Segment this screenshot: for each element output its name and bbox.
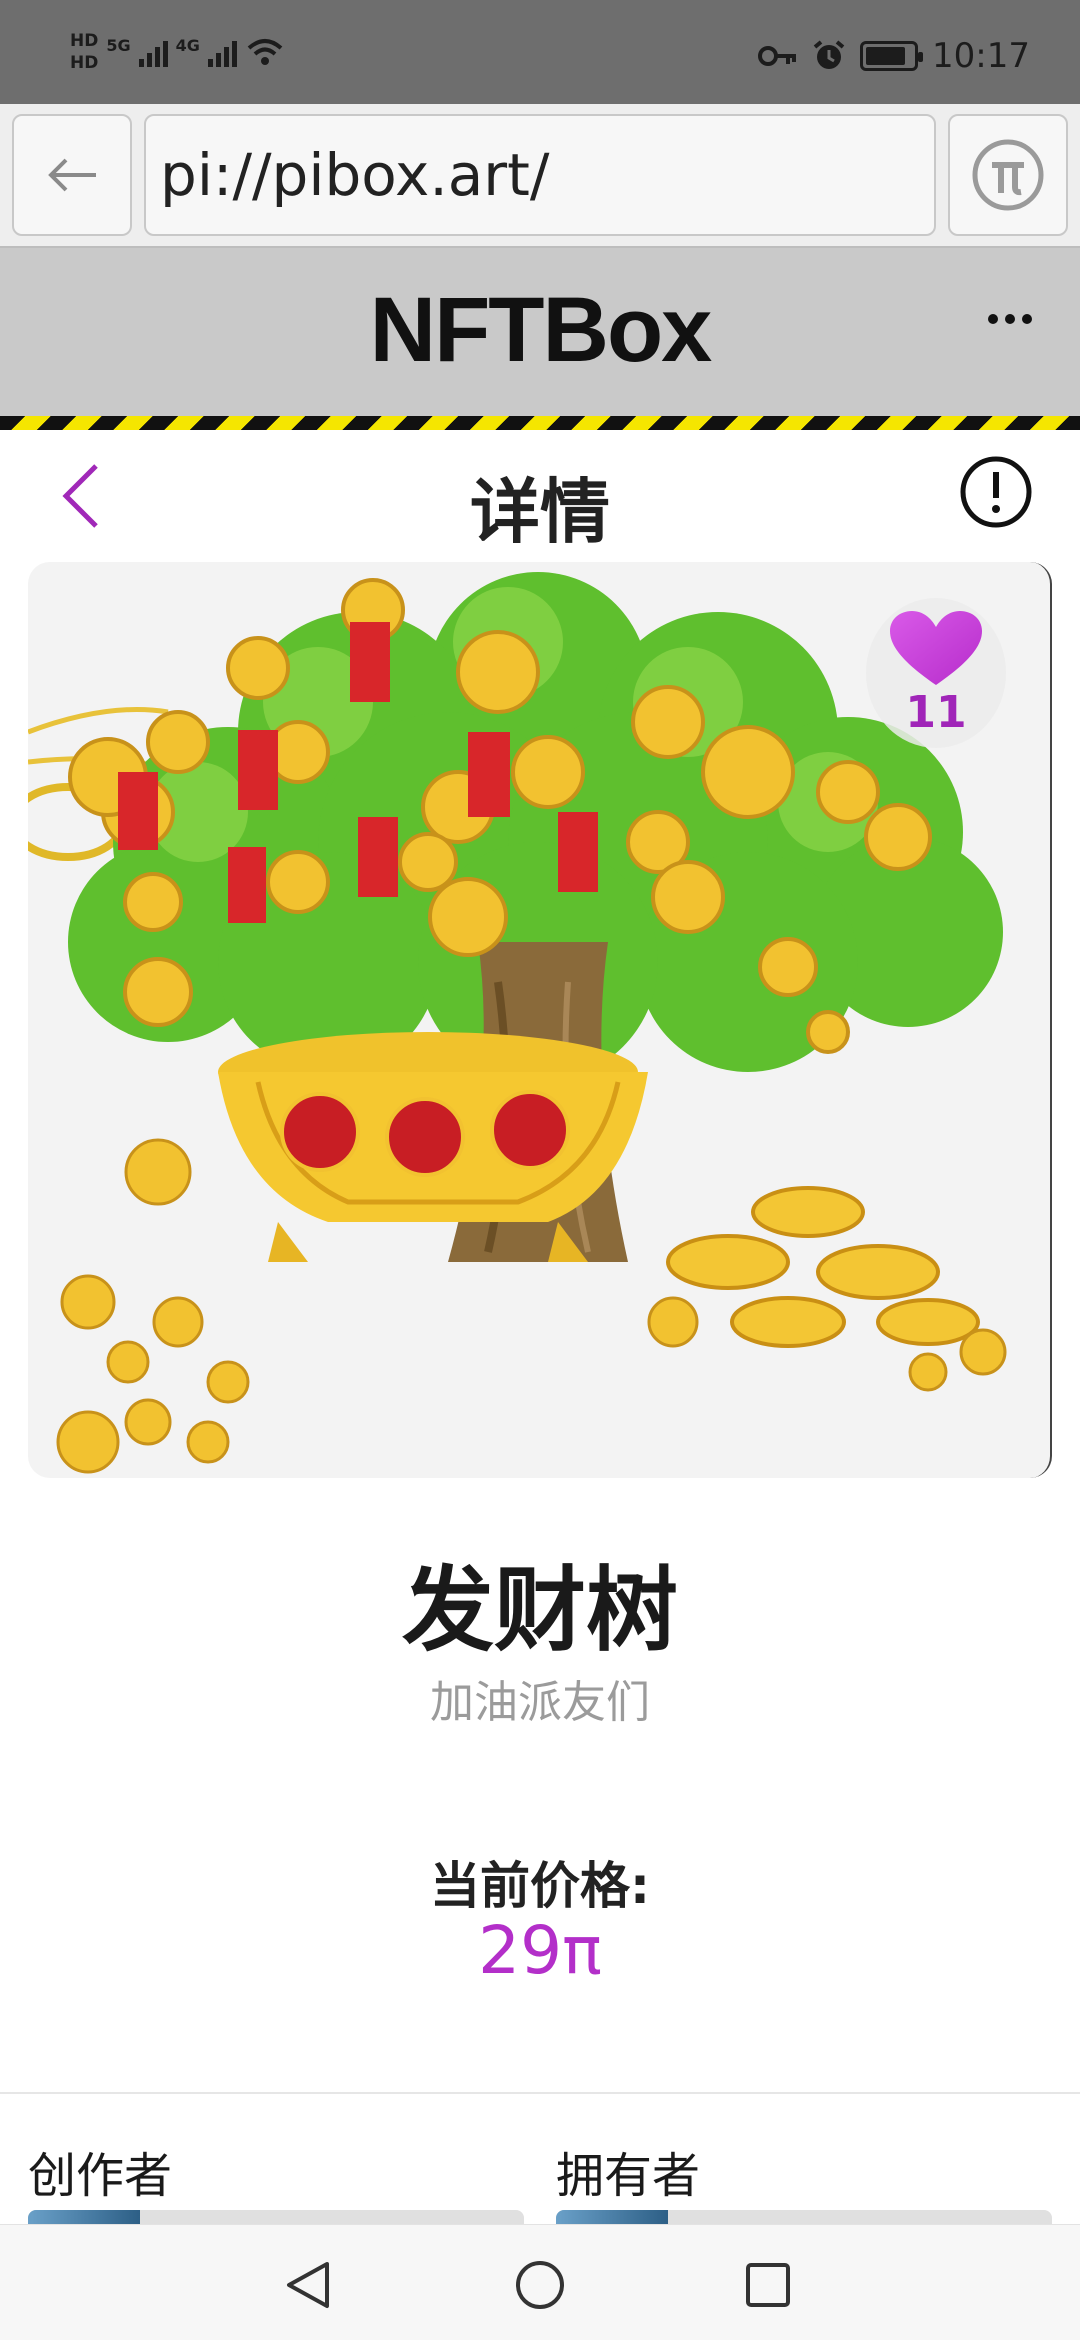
alarm-icon <box>813 40 845 69</box>
status-bar: HD HD 5G 4G 10:17 <box>0 0 1080 104</box>
price-value: 29π <box>478 1912 602 1989</box>
nav-recents-button[interactable] <box>738 2255 798 2315</box>
clock: 10:17 <box>932 36 1030 76</box>
signal-icon-2 <box>207 37 237 67</box>
hd-indicators: HD HD <box>70 30 98 74</box>
like-count: 11 <box>905 686 967 738</box>
pi-coin-icon <box>972 139 1044 211</box>
browser-url-bar: pi://pibox.art/ <box>0 104 1080 248</box>
nft-subtitle: 加油派友们 <box>430 1677 650 1728</box>
like-button[interactable]: 11 <box>866 598 1006 748</box>
hd-indicator-2: HD <box>70 53 99 73</box>
heart-icon <box>890 610 982 685</box>
signal-icon-1 <box>138 37 168 67</box>
network-5g-label: 5G <box>106 36 131 55</box>
status-right: 10:17 <box>758 36 1030 76</box>
network-4g-label: 4G <box>175 36 200 55</box>
status-left: HD HD 5G 4G <box>70 30 285 74</box>
url-input[interactable]: pi://pibox.art/ <box>144 114 936 236</box>
browser-back-button[interactable] <box>12 114 132 236</box>
arrow-left-icon <box>48 158 96 192</box>
nav-home-button[interactable] <box>510 2255 570 2315</box>
nav-home-icon <box>516 2261 564 2309</box>
nav-back-icon <box>287 2262 329 2308</box>
hazard-stripe <box>0 416 1080 430</box>
page-title: 详情 <box>470 471 610 553</box>
price-label: 当前价格: <box>430 1857 650 1915</box>
pi-wallet-button[interactable] <box>948 114 1068 236</box>
page-header: 详情 <box>0 430 1080 560</box>
section-divider <box>0 2092 1080 2094</box>
system-nav-bar <box>0 2224 1080 2340</box>
battery-fill <box>866 47 906 65</box>
app-header: NFTBox <box>0 248 1080 416</box>
wifi-icon <box>247 39 283 65</box>
more-dots-icon[interactable] <box>988 314 1032 324</box>
owner-label: 拥有者 <box>556 2148 701 2204</box>
brand-logo: NFTBox <box>369 279 713 381</box>
info-circle-icon[interactable] <box>958 454 1034 530</box>
nav-recents-icon <box>746 2263 790 2307</box>
creator-label: 创作者 <box>28 2148 173 2204</box>
nft-image: 11 <box>28 562 1052 1478</box>
nav-back-button[interactable] <box>278 2255 338 2315</box>
key-icon <box>758 46 797 66</box>
hd-indicator-1: HD <box>70 31 99 51</box>
url-text: pi://pibox.art/ <box>160 141 550 209</box>
nft-name: 发财树 <box>401 1557 678 1664</box>
battery-icon <box>860 41 924 71</box>
